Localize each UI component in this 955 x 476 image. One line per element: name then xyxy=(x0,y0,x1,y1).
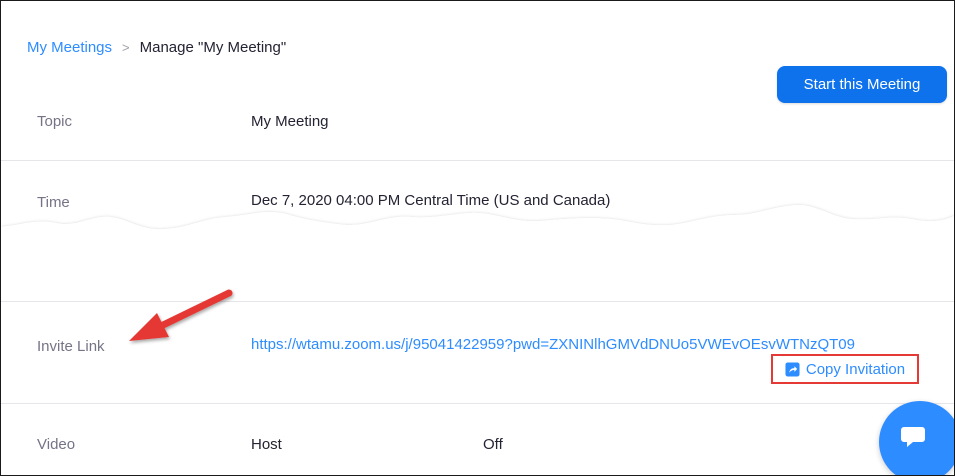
breadcrumb-current: Manage "My Meeting" xyxy=(139,39,287,56)
copy-invitation-label: Copy Invitation xyxy=(805,360,906,378)
breadcrumb: My Meetings > Manage "My Meeting" xyxy=(27,39,286,56)
copy-invitation-button[interactable]: Copy Invitation xyxy=(771,354,919,384)
topic-label: Topic xyxy=(37,113,73,130)
divider xyxy=(1,403,954,404)
start-meeting-button[interactable]: Start this Meeting xyxy=(777,66,947,103)
svg-text:..: .. xyxy=(929,272,935,274)
topic-value: My Meeting xyxy=(251,113,329,130)
video-host-label: Host xyxy=(251,436,282,453)
video-label: Video xyxy=(37,436,76,453)
video-host-value: Off xyxy=(483,436,503,453)
invite-link-url[interactable]: https://wtamu.zoom.us/j/95041422959?pwd=… xyxy=(251,336,855,353)
meeting-manage-page: My Meetings > Manage "My Meeting" Start … xyxy=(0,0,955,476)
invite-link-label: Invite Link xyxy=(37,338,105,355)
divider xyxy=(1,160,954,161)
breadcrumb-separator: > xyxy=(122,40,130,55)
red-arrow-icon xyxy=(129,289,233,341)
torn-edge-overlay: .. xyxy=(1,204,954,274)
chat-button[interactable] xyxy=(879,401,954,475)
share-icon xyxy=(785,361,800,377)
breadcrumb-my-meetings[interactable]: My Meetings xyxy=(27,39,112,56)
chat-bubble-icon xyxy=(901,427,925,447)
